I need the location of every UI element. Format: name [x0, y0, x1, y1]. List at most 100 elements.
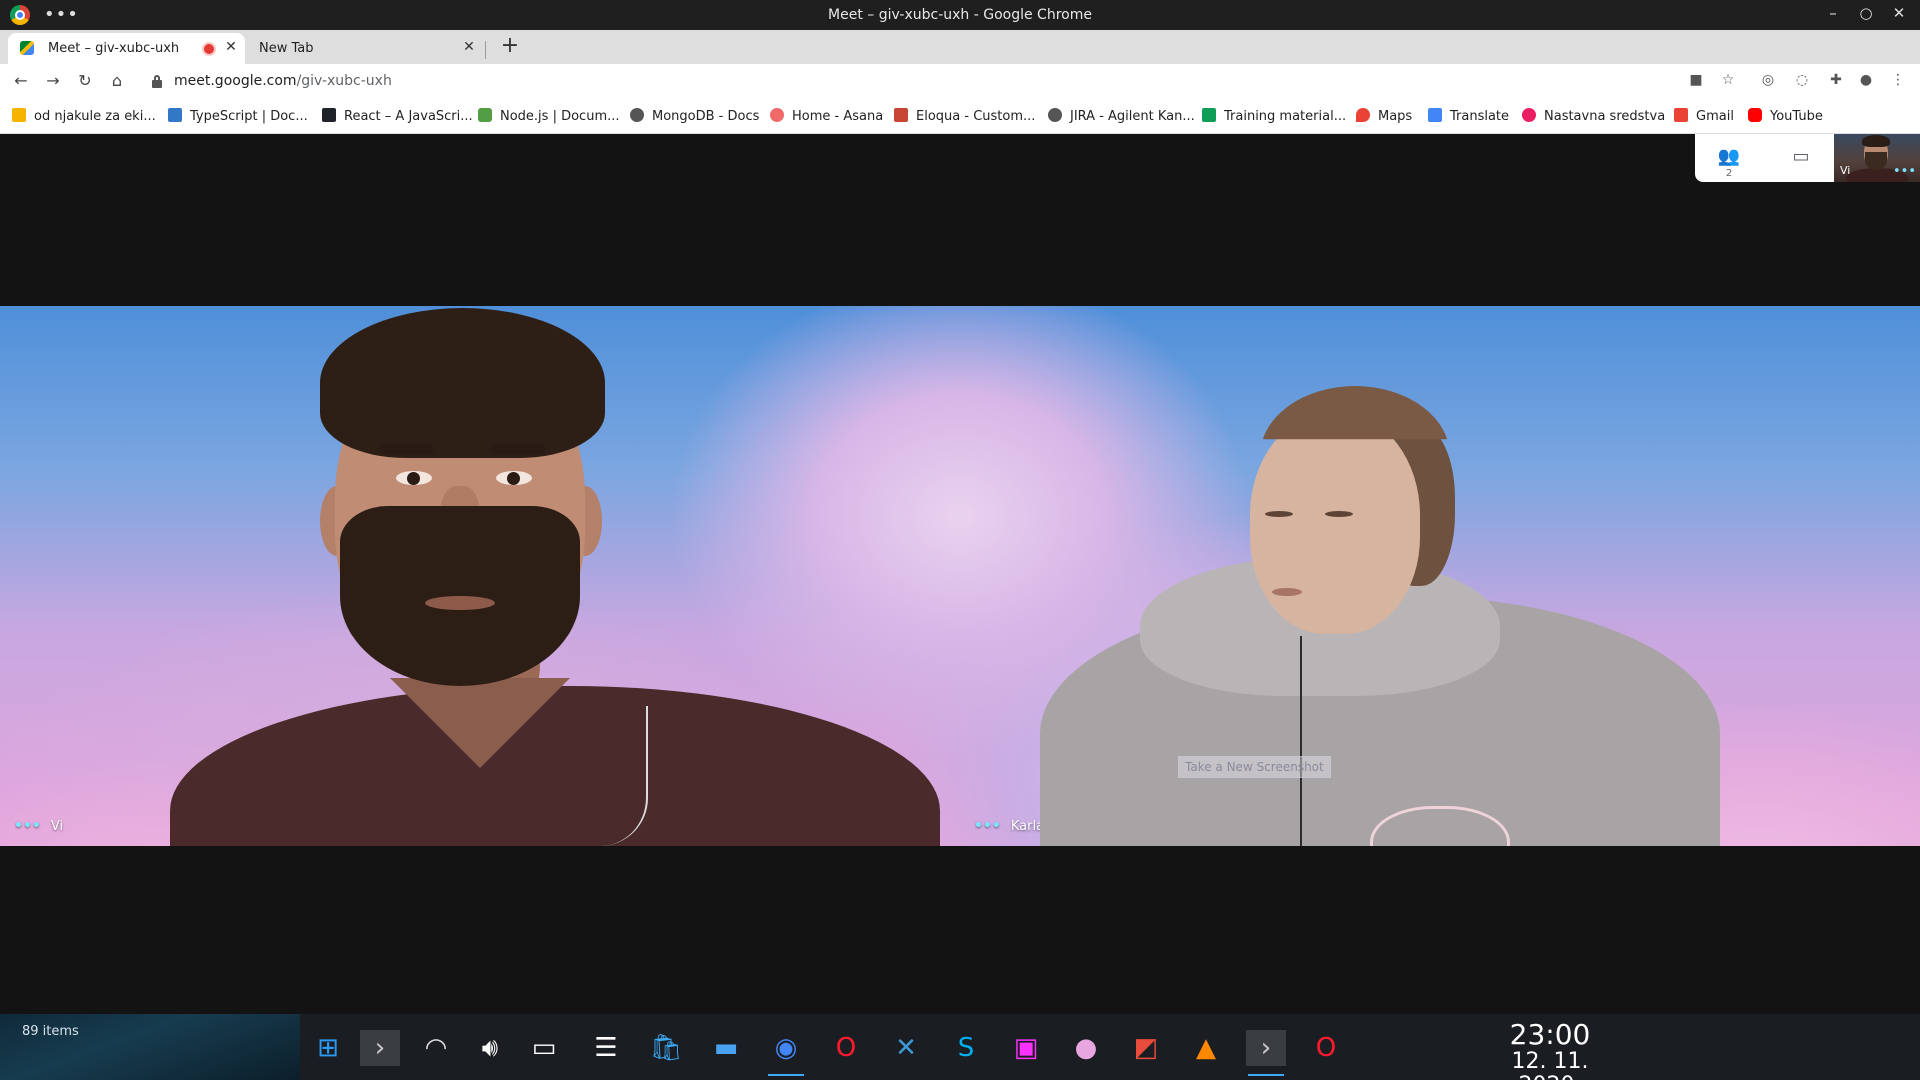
vscode-icon[interactable]: ✕: [886, 1030, 926, 1066]
participant-nameplate: ••• Vi: [14, 818, 64, 834]
camera-in-use-icon[interactable]: ■: [1686, 72, 1706, 92]
tab-new-tab[interactable]: New Tab ✕: [245, 33, 485, 64]
settings-sliders-icon[interactable]: ☰: [586, 1030, 626, 1066]
back-icon[interactable]: ←: [10, 71, 32, 93]
intellij-icon[interactable]: ▣: [1006, 1030, 1046, 1066]
video-strip: •••Vi •••Karla Klanac Take a New Screens…: [0, 306, 1920, 846]
bookmark-item[interactable]: JIRA - Agilent Kan...: [1048, 108, 1195, 126]
more-options-icon[interactable]: •••: [1893, 164, 1916, 179]
more-options-icon[interactable]: •••: [14, 818, 41, 834]
terminal-icon[interactable]: ›: [360, 1030, 400, 1066]
chrome-menu-icon[interactable]: ⋮: [1888, 72, 1908, 92]
tab-label: Meet – giv-xubc-uxh: [48, 41, 180, 56]
store-icon[interactable]: 🛍︎: [646, 1030, 686, 1066]
wifi-icon[interactable]: ◠: [416, 1030, 456, 1066]
bookmark-item[interactable]: Maps: [1356, 108, 1412, 126]
forward-icon[interactable]: →: [42, 71, 64, 93]
google-meet-icon: [20, 41, 34, 55]
bookmark-item[interactable]: Eloqua - Custom...: [894, 108, 1035, 126]
new-tab-button[interactable]: +: [498, 34, 522, 58]
tab-meet[interactable]: Meet – giv-xubc-uxh ✕: [8, 33, 245, 64]
maximize-icon[interactable]: ○: [1855, 4, 1877, 26]
tab-strip: Meet – giv-xubc-uxh ✕ New Tab ✕ +: [0, 30, 1920, 64]
more-options-icon[interactable]: •••: [974, 818, 1001, 834]
close-tab-icon[interactable]: ✕: [460, 39, 478, 57]
volume-icon[interactable]: 🔊︎: [470, 1030, 510, 1066]
bookmark-item[interactable]: Translate: [1428, 108, 1509, 126]
profile-avatar[interactable]: ●: [1856, 72, 1876, 92]
people-icon: 👥: [1717, 146, 1741, 167]
globe-icon: [630, 108, 644, 122]
bookmarks-bar: od njakule za eki... TypeScript | Doc...…: [0, 100, 1920, 134]
title-bar: ••• Meet – giv-xubc-uxh - Google Chrome …: [0, 0, 1920, 30]
man-brow-left: [378, 444, 434, 454]
man-eye-left: [396, 471, 432, 485]
recording-indicator-icon: [204, 44, 214, 54]
nodejs-icon: [478, 108, 492, 122]
participants-button[interactable]: 👥2: [1715, 146, 1743, 179]
screenshot-tooltip: Take a New Screenshot: [1178, 756, 1331, 778]
vlc-icon[interactable]: ▲: [1186, 1030, 1226, 1066]
lock-icon[interactable]: [152, 75, 162, 88]
address-bar[interactable]: meet.google.com/giv-xubc-uxh: [142, 68, 1742, 96]
close-tab-icon[interactable]: ✕: [222, 39, 240, 57]
home-icon[interactable]: ⌂: [106, 71, 128, 93]
bookmark-item[interactable]: MongoDB - Docs: [630, 108, 759, 126]
man-hair: [320, 308, 605, 458]
earphone-cable: [1300, 636, 1302, 846]
close-window-icon[interactable]: ✕: [1888, 4, 1910, 26]
desktop-items-count: 89 items: [22, 1024, 79, 1039]
globe-icon: [1048, 108, 1062, 122]
extension-circle-icon[interactable]: ◌: [1792, 72, 1812, 92]
windows-icon[interactable]: ⊞: [308, 1030, 348, 1066]
file-explorer-icon[interactable]: ▬: [706, 1030, 746, 1066]
extensions-puzzle-icon[interactable]: ✚: [1826, 72, 1846, 92]
asana-icon: [770, 108, 784, 122]
app-icon[interactable]: ●: [1066, 1030, 1106, 1066]
tab-separator: [485, 41, 486, 59]
bookmark-item[interactable]: YouTube: [1748, 108, 1823, 126]
man-eye-right: [496, 471, 532, 485]
bookmark-item[interactable]: Home - Asana: [770, 108, 883, 126]
participant-tile-vi[interactable]: ••• Vi: [0, 306, 960, 846]
react-icon: [322, 108, 336, 122]
terminal2-icon[interactable]: ◩: [1126, 1030, 1166, 1066]
woman-head: [1250, 414, 1420, 634]
gmail-icon: [1674, 108, 1688, 122]
bookmark-item[interactable]: React – A JavaScri...: [322, 108, 473, 126]
url-text[interactable]: meet.google.com/giv-xubc-uxh: [174, 73, 392, 89]
woman-eye-right: [1325, 511, 1353, 517]
chat-button[interactable]: ▭: [1787, 146, 1815, 170]
skype-icon[interactable]: S: [946, 1030, 986, 1066]
bookmark-item[interactable]: od njakule za eki...: [12, 108, 156, 126]
google-drive-icon: [1202, 108, 1216, 122]
minimize-icon[interactable]: –: [1822, 4, 1844, 26]
bookmark-item[interactable]: Nastavna sredstva: [1522, 108, 1665, 126]
bookmark-item[interactable]: Training material...: [1202, 108, 1346, 126]
system-clock[interactable]: 23:00 12. 11. 2020.: [1480, 1020, 1620, 1080]
reload-icon[interactable]: ↻: [74, 71, 96, 93]
youtube-icon: [1748, 108, 1762, 122]
battery-icon[interactable]: ▭: [524, 1030, 564, 1066]
browser-toolbar: ← → ↻ ⌂ meet.google.com/giv-xubc-uxh ■ ☆…: [0, 64, 1920, 100]
bookmark-item[interactable]: Node.js | Docum...: [478, 108, 620, 126]
self-name: Vi: [1840, 164, 1851, 177]
maps-icon: [1356, 108, 1370, 122]
extension-sync-icon[interactable]: ◎: [1758, 72, 1778, 92]
bookmark-item[interactable]: TypeScript | Doc...: [168, 108, 308, 126]
self-view-thumbnail[interactable]: Vi •••: [1834, 134, 1920, 182]
man-mouth: [425, 596, 495, 610]
star-icon[interactable]: ☆: [1718, 72, 1738, 92]
clock-time: 23:00: [1509, 1018, 1591, 1051]
terminal-icon[interactable]: ›: [1246, 1030, 1286, 1076]
opera-icon[interactable]: O: [1306, 1030, 1346, 1066]
google-drive-icon: [12, 108, 26, 122]
woman-mouth: [1272, 588, 1302, 596]
chrome-taskbar-icon[interactable]: ◉: [766, 1030, 806, 1076]
tab-label: New Tab: [259, 41, 314, 56]
translate-icon: [1428, 108, 1442, 122]
self-beard: [1865, 152, 1887, 170]
opera-icon[interactable]: O: [826, 1030, 866, 1066]
bookmark-item[interactable]: Gmail: [1674, 108, 1734, 126]
e-icon: [1522, 108, 1536, 122]
